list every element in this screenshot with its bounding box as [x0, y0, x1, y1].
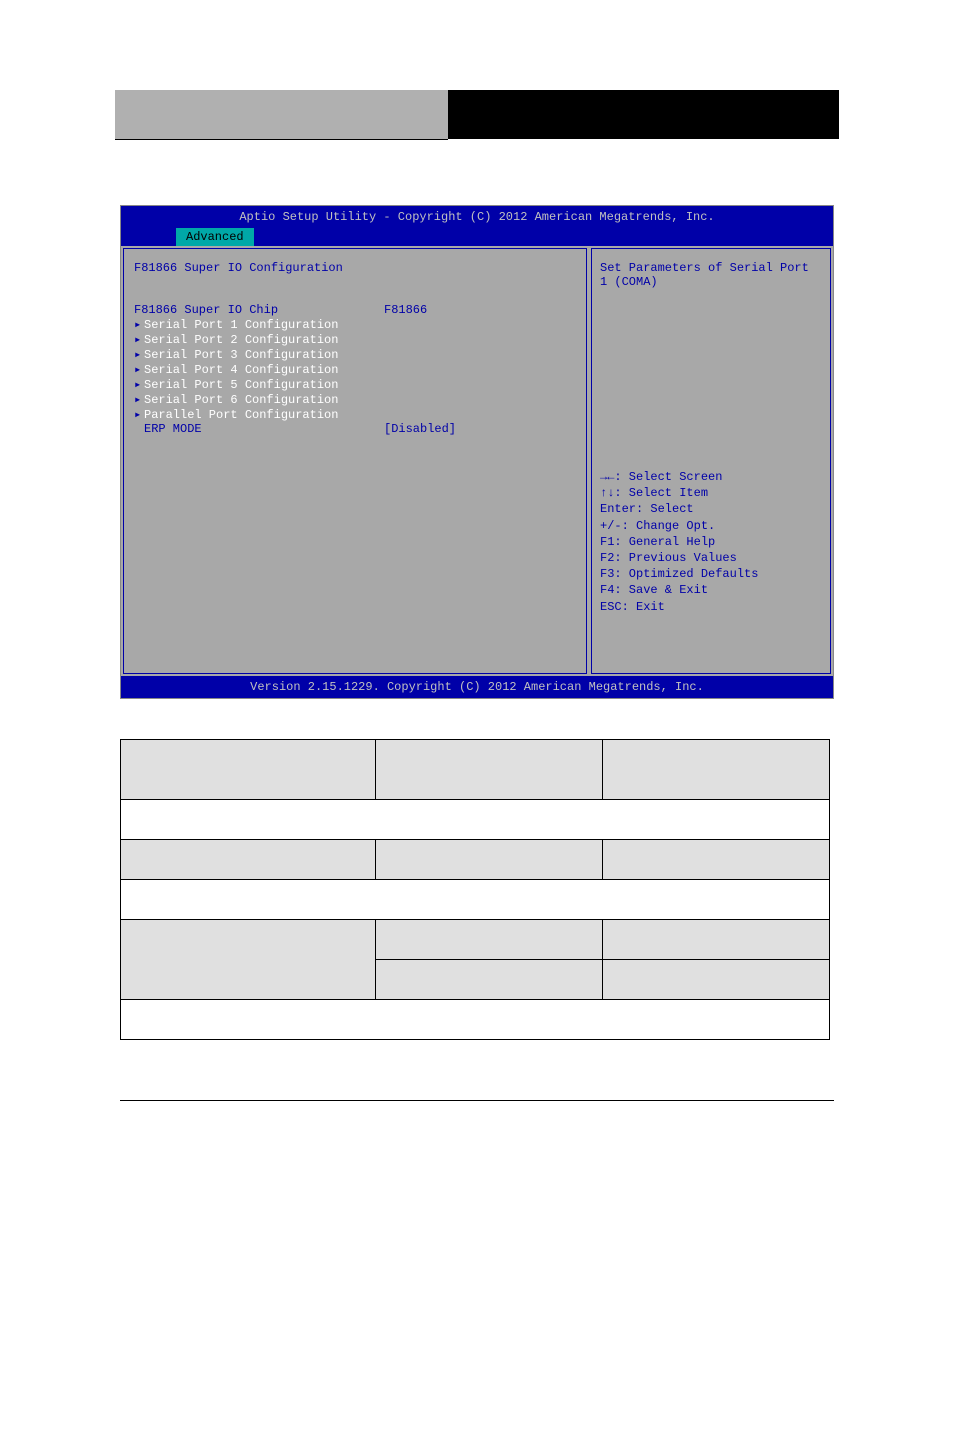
table-cell [121, 800, 830, 840]
submenu-label: Serial Port 5 Configuration [144, 378, 338, 392]
submenu-arrow-icon: ▸ [134, 407, 144, 422]
options-table [120, 739, 830, 1040]
submenu-label: Serial Port 4 Configuration [144, 363, 338, 377]
submenu-serial-port-1[interactable]: ▸ Serial Port 1 Configuration [134, 317, 576, 332]
chip-value: F81866 [384, 303, 427, 317]
submenu-arrow-icon: ▸ [134, 362, 144, 377]
submenu-arrow-icon: ▸ [134, 332, 144, 347]
tab-advanced[interactable]: Advanced [176, 228, 254, 246]
submenu-label: Serial Port 6 Configuration [144, 393, 338, 407]
bios-main-panel: F81866 Super IO Configuration F81866 Sup… [123, 248, 587, 674]
submenu-label: Serial Port 1 Configuration [144, 318, 338, 332]
erp-value: [Disabled] [384, 422, 456, 436]
section-title: F81866 Super IO Configuration [134, 261, 576, 275]
key-enter: Enter: Select [600, 501, 822, 517]
erp-label: ERP MODE [134, 422, 384, 436]
submenu-serial-port-4[interactable]: ▸ Serial Port 4 Configuration [134, 362, 576, 377]
table-cell [121, 740, 376, 800]
chip-label: F81866 Super IO Chip [134, 303, 384, 317]
table-cell [603, 740, 830, 800]
submenu-arrow-icon: ▸ [134, 392, 144, 407]
header-left-panel [115, 90, 448, 140]
key-esc-exit: ESC: Exit [600, 599, 822, 615]
key-change-opt: +/-: Change Opt. [600, 518, 822, 534]
submenu-serial-port-5[interactable]: ▸ Serial Port 5 Configuration [134, 377, 576, 392]
submenu-serial-port-6[interactable]: ▸ Serial Port 6 Configuration [134, 392, 576, 407]
bios-title-bar: Aptio Setup Utility - Copyright (C) 2012… [121, 206, 833, 228]
submenu-arrow-icon: ▸ [134, 377, 144, 392]
key-general-help: F1: General Help [600, 534, 822, 550]
bios-help-panel: Set Parameters of Serial Port 1 (COMA) →… [591, 248, 831, 674]
header-right-panel [448, 90, 839, 140]
table-cell [376, 920, 603, 960]
table-cell [121, 880, 830, 920]
help-text: Set Parameters of Serial Port 1 (COMA) [600, 261, 822, 289]
erp-mode-row[interactable]: ERP MODE [Disabled] [134, 422, 576, 436]
submenu-label: Serial Port 3 Configuration [144, 348, 338, 362]
submenu-label: Parallel Port Configuration [144, 408, 338, 422]
submenu-serial-port-3[interactable]: ▸ Serial Port 3 Configuration [134, 347, 576, 362]
key-save-exit: F4: Save & Exit [600, 582, 822, 598]
submenu-arrow-icon: ▸ [134, 347, 144, 362]
table-cell [121, 920, 376, 1000]
key-optimized-defaults: F3: Optimized Defaults [600, 566, 822, 582]
table-cell [603, 960, 830, 1000]
table-cell [376, 840, 603, 880]
table-cell [121, 840, 376, 880]
key-select-screen: →←: Select Screen [600, 469, 822, 485]
help-keys: →←: Select Screen ↑↓: Select Item Enter:… [600, 469, 822, 615]
key-select-item: ↑↓: Select Item [600, 485, 822, 501]
submenu-parallel-port[interactable]: ▸ Parallel Port Configuration [134, 407, 576, 422]
footer-divider [120, 1100, 834, 1101]
bios-tab-row: Advanced [121, 228, 833, 246]
submenu-label: Serial Port 2 Configuration [144, 333, 338, 347]
table-cell [603, 840, 830, 880]
table-cell [121, 1000, 830, 1040]
bios-setup-window: Aptio Setup Utility - Copyright (C) 2012… [120, 205, 834, 699]
submenu-serial-port-2[interactable]: ▸ Serial Port 2 Configuration [134, 332, 576, 347]
key-previous-values: F2: Previous Values [600, 550, 822, 566]
table-cell [603, 920, 830, 960]
table-cell [376, 960, 603, 1000]
table-cell [376, 740, 603, 800]
submenu-arrow-icon: ▸ [134, 317, 144, 332]
bios-version-bar: Version 2.15.1229. Copyright (C) 2012 Am… [121, 676, 833, 698]
